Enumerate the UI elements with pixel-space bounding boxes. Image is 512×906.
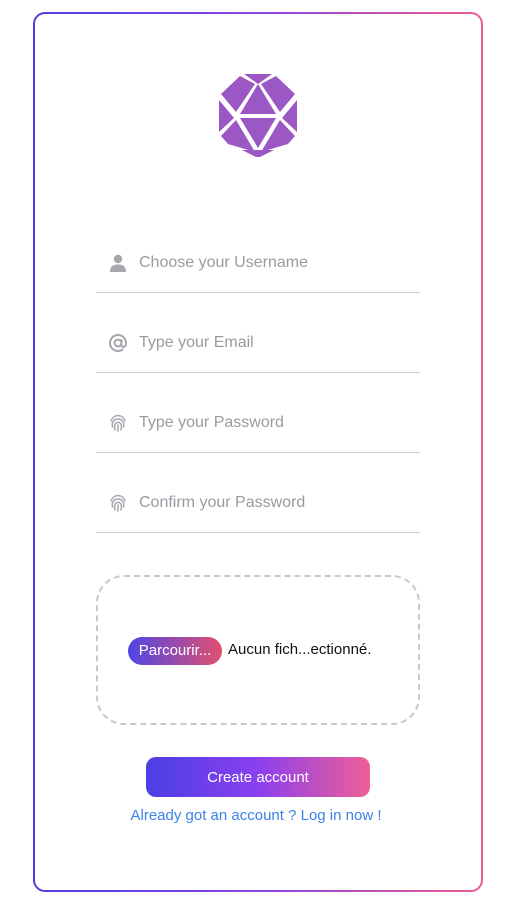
fingerprint-icon [110, 414, 126, 432]
file-status-text: Aucun fich...ectionné. [228, 641, 372, 658]
login-link[interactable]: Already got an account ? Log in now ! [0, 807, 512, 824]
username-input[interactable] [139, 252, 409, 274]
email-field [96, 320, 420, 373]
confirm-password-input[interactable] [139, 492, 409, 514]
user-icon [110, 254, 126, 272]
password-input[interactable] [139, 412, 409, 434]
password-field [96, 400, 420, 453]
email-input[interactable] [139, 332, 409, 354]
d20-dice-icon [219, 74, 297, 157]
fingerprint-icon [110, 494, 126, 512]
confirm-password-field [96, 480, 420, 533]
create-account-button[interactable]: Create account [146, 757, 370, 797]
browse-file-button[interactable]: Parcourir... [128, 637, 222, 665]
username-field [96, 240, 420, 293]
at-sign-icon [108, 333, 128, 353]
